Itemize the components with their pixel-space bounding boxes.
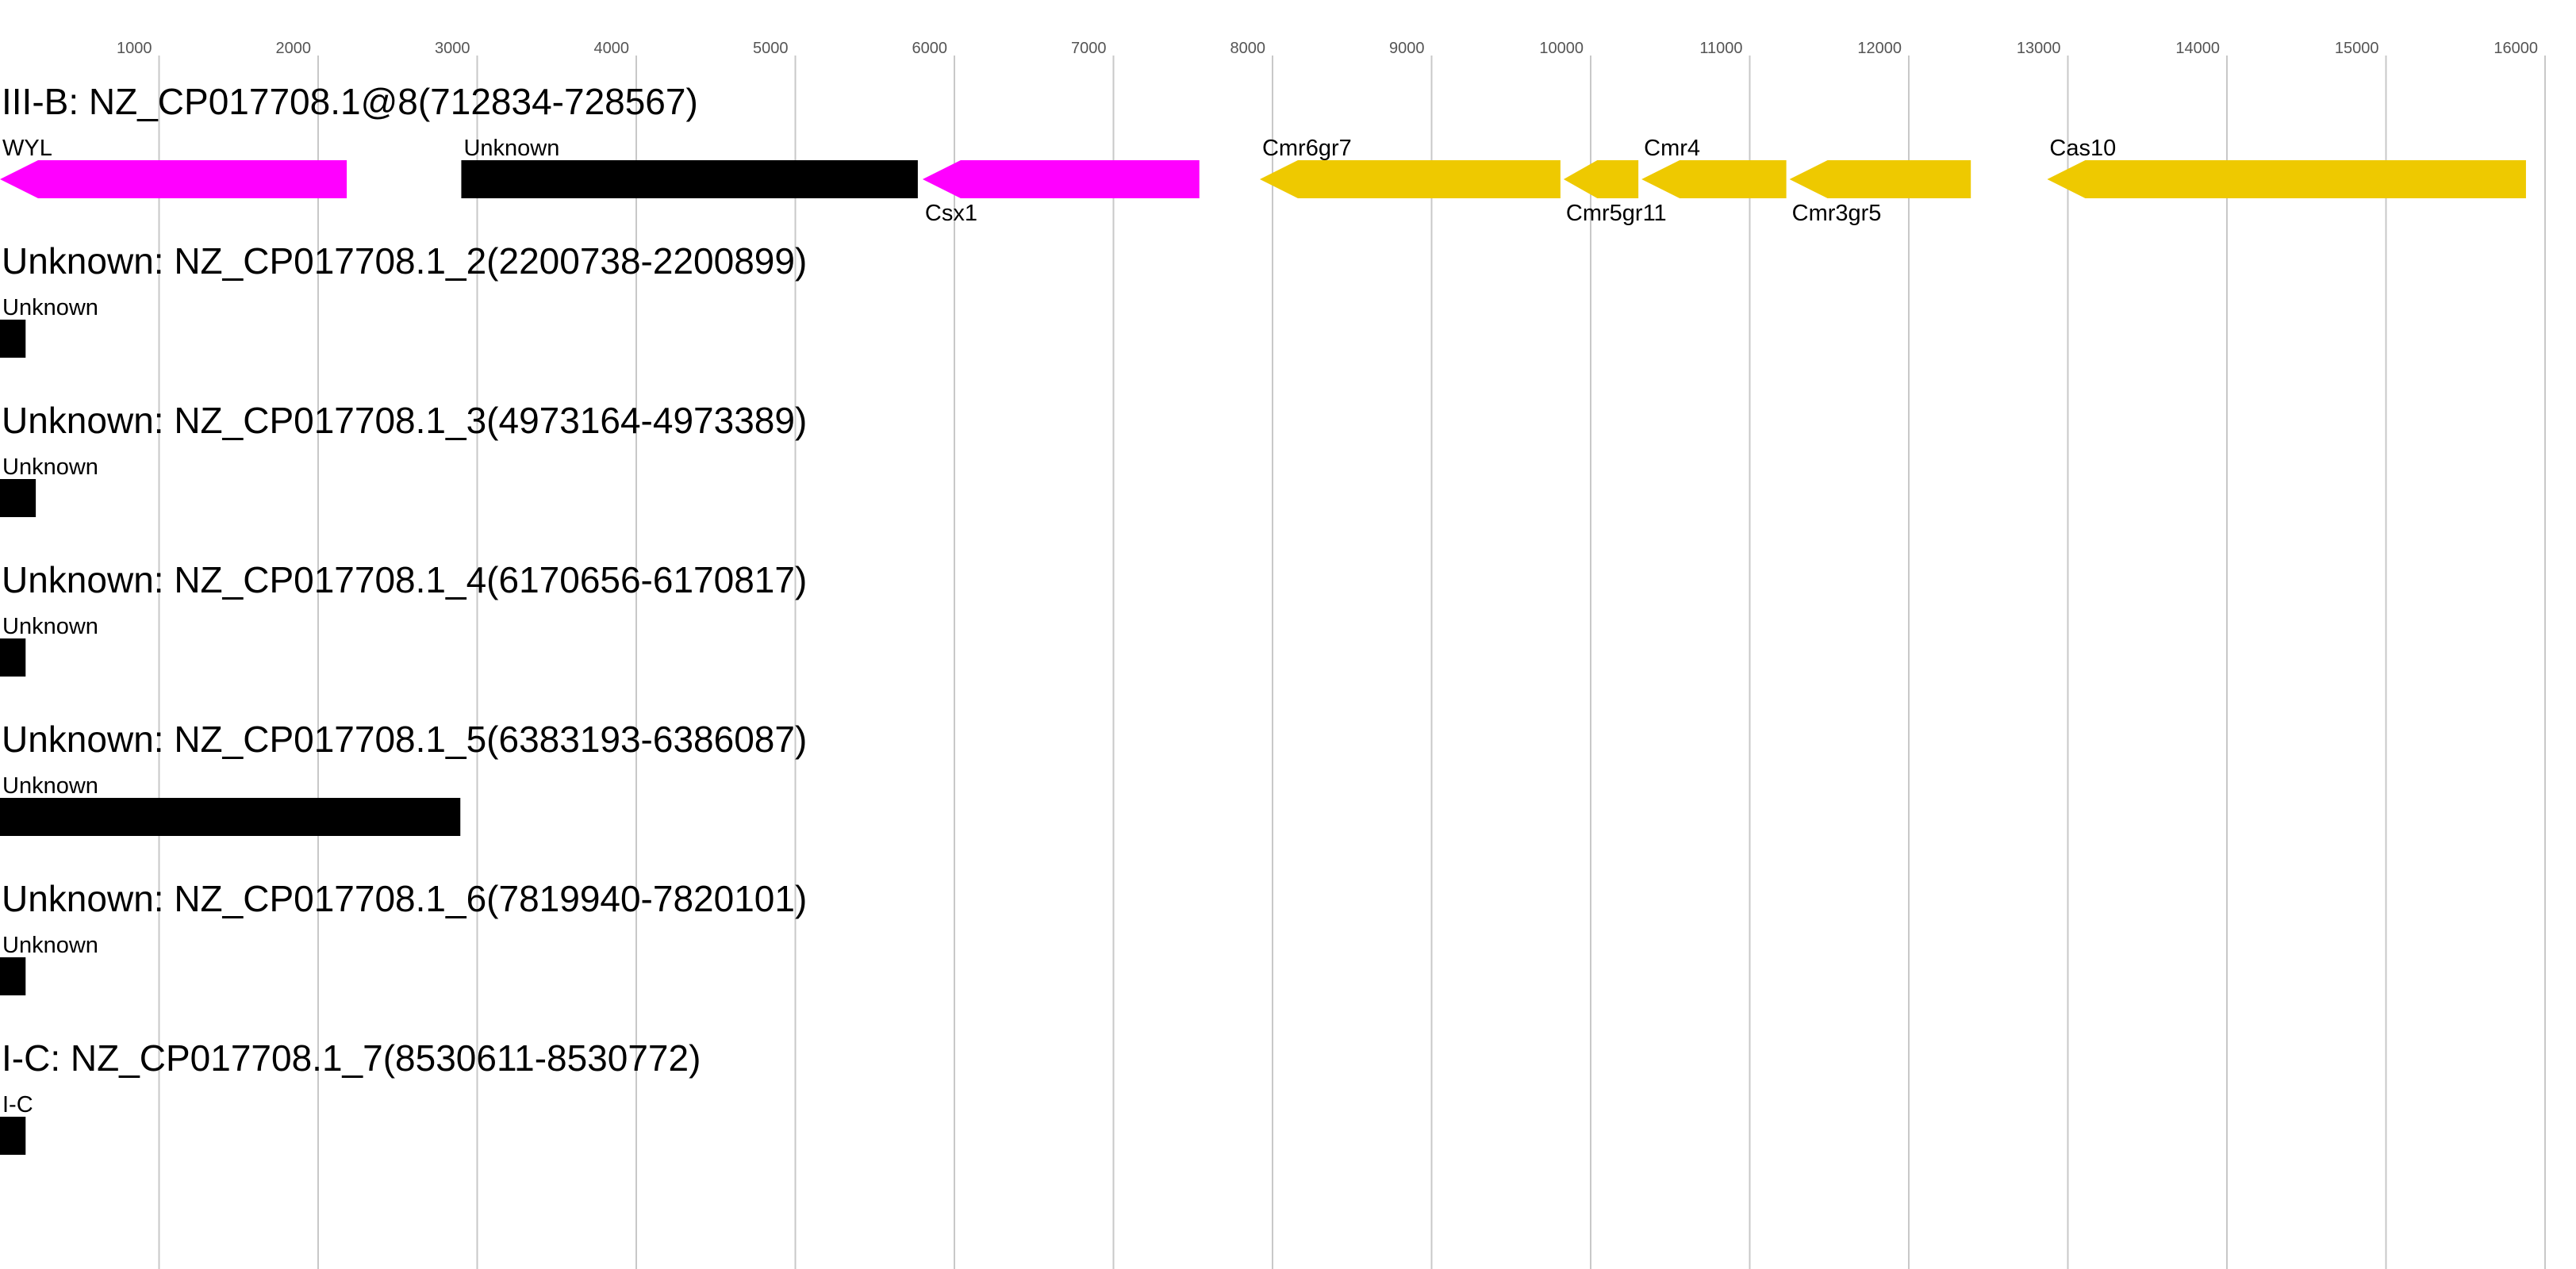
gene-arrow (1641, 160, 1787, 198)
axis-tick-label: 4000 (594, 40, 630, 57)
locus-row: Unknown: NZ_CP017708.1_3(4973164-4973389… (0, 400, 807, 517)
locus-title: Unknown: NZ_CP017708.1_6(7819940-7820101… (2, 878, 807, 919)
gene-label: Unknown (2, 933, 98, 958)
axis-tick-label: 9000 (1389, 40, 1425, 57)
gene-arrow (461, 160, 918, 198)
axis-tick-label: 15000 (2335, 40, 2379, 57)
gene-label: Unknown (2, 773, 98, 799)
axis-tick-label: 11000 (1699, 40, 1742, 57)
locus-title: Unknown: NZ_CP017708.1_3(4973164-4973389… (2, 400, 807, 441)
axis-tick-label: 5000 (753, 40, 789, 57)
axis-tick-label: 10000 (1539, 40, 1584, 57)
axis-tick-label: 2000 (276, 40, 312, 57)
gene-arrow (0, 160, 347, 198)
locus-row: Unknown: NZ_CP017708.1_5(6383193-6386087… (0, 719, 807, 836)
locus-row: Unknown: NZ_CP017708.1_6(7819940-7820101… (0, 878, 807, 995)
axis-tick-label: 6000 (912, 40, 948, 57)
gene-label: Cmr4 (1644, 136, 1700, 161)
gene-label: Unknown (2, 295, 98, 320)
locus-row: Unknown: NZ_CP017708.1_4(6170656-6170817… (0, 559, 807, 677)
gene-arrow (0, 320, 26, 358)
gene-label: Cmr5gr11 (1566, 201, 1667, 226)
locus-title: Unknown: NZ_CP017708.1_5(6383193-6386087… (2, 719, 807, 760)
gene-arrow (1789, 160, 1971, 198)
axis-tick-label: 14000 (2175, 40, 2220, 57)
gene-label: Unknown (2, 614, 98, 639)
axis-tick-labels: 1000 2000 3000 4000 5000 6000 7000 8000 9000 1000… (117, 40, 2538, 57)
axis-tick-label: 7000 (1071, 40, 1107, 57)
axis-tick-label: 13000 (2017, 40, 2061, 57)
locus-title: Unknown: NZ_CP017708.1_4(6170656-6170817… (2, 559, 807, 600)
gene-label: Unknown (2, 454, 98, 480)
gene-label: Cmr6gr7 (1262, 136, 1352, 161)
gene-arrow (2047, 160, 2526, 198)
axis-tick-label: 16000 (2493, 40, 2538, 57)
gene-label: Cas10 (2049, 136, 2116, 161)
gene-label: Cmr3gr5 (1792, 201, 1882, 226)
locus-title: Unknown: NZ_CP017708.1_2(2200738-2200899… (2, 240, 807, 282)
axis-tick-label: 3000 (435, 40, 470, 57)
locus-title: I-C: NZ_CP017708.1_7(8530611-8530772) (2, 1037, 701, 1079)
gridlines (158, 56, 2546, 1269)
gene-arrow (0, 479, 36, 517)
axis-tick-label: 1000 (117, 40, 152, 57)
gene-arrow (0, 798, 461, 836)
gene-label: Csx1 (925, 201, 977, 226)
locus-title: III-B: NZ_CP017708.1@8(712834-728567) (2, 81, 698, 122)
gene-arrow (1563, 160, 1639, 198)
gene-arrow (0, 638, 26, 677)
loci: III-B: NZ_CP017708.1@8(712834-728567) WYL… (0, 81, 2526, 1155)
locus-row: I-C: NZ_CP017708.1_7(8530611-8530772) I-C (0, 1037, 701, 1155)
locus-row: Unknown: NZ_CP017708.1_2(2200738-2200899… (0, 240, 807, 358)
gene-label: Unknown (463, 136, 559, 161)
gene-arrow (0, 1117, 26, 1155)
gene-arrow (0, 957, 26, 995)
gene-label: WYL (2, 136, 52, 161)
locus-row: III-B: NZ_CP017708.1@8(712834-728567) WYL… (0, 81, 2526, 226)
gene-cluster-diagram: 1000 2000 3000 4000 5000 6000 7000 8000 9000 1000… (0, 40, 2546, 1269)
axis-tick-label: 12000 (1857, 40, 1902, 57)
gene-arrow (1259, 160, 1561, 198)
gene-arrow (922, 160, 1200, 198)
gene-label: I-C (2, 1092, 33, 1118)
axis-tick-label: 8000 (1230, 40, 1266, 57)
